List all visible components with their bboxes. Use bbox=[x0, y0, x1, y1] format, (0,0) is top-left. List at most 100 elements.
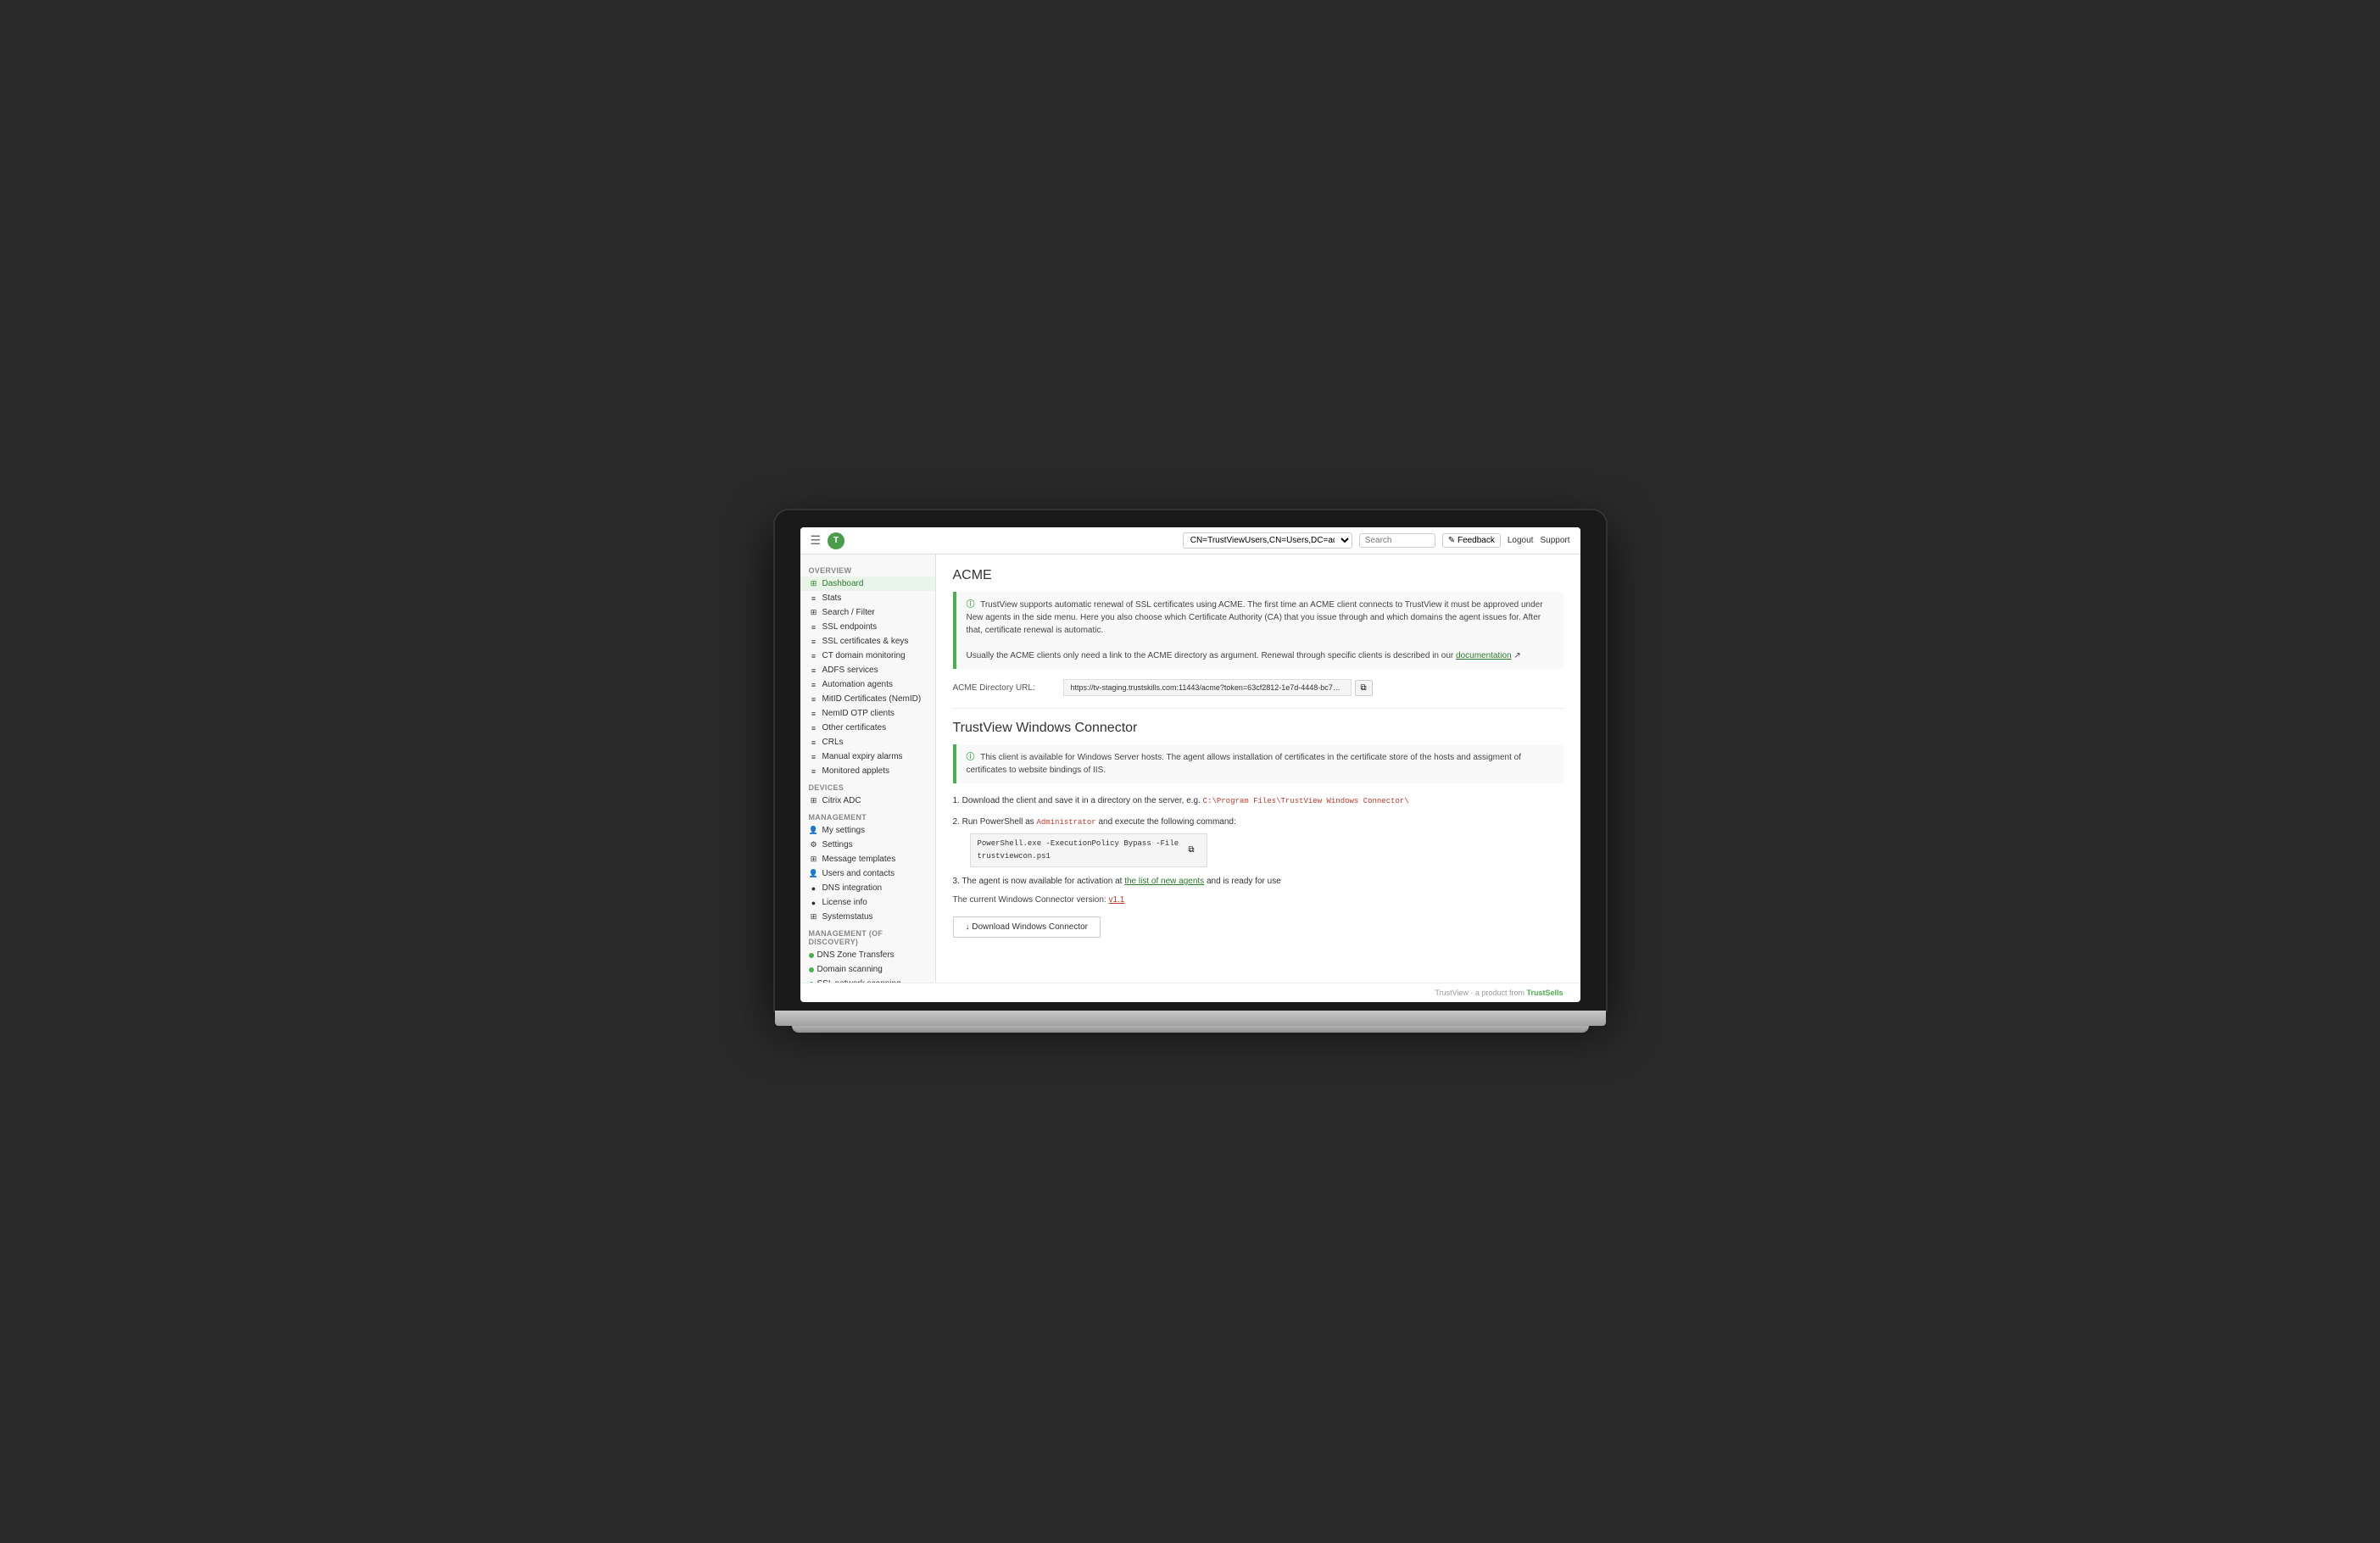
step2-rest: and execute the following command: bbox=[1098, 817, 1235, 827]
acme-info-text: TrustView supports automatic renewal of … bbox=[967, 600, 1543, 635]
sidebar-item-label: Settings bbox=[822, 840, 853, 849]
crls-icon: ≡ bbox=[809, 738, 819, 747]
step3-label: 3. The agent is now available for activa… bbox=[953, 877, 1123, 886]
version-value[interactable]: v1.1 bbox=[1108, 895, 1124, 905]
step2-code: PowerShell.exe -ExecutionPolicy Bypass -… bbox=[978, 838, 1184, 864]
sidebar-item-adfs[interactable]: ≡ ADFS services bbox=[800, 663, 935, 677]
sidebar-item-users-contacts[interactable]: 👤 Users and contacts bbox=[800, 866, 935, 881]
sidebar-item-mitid[interactable]: ≡ MitID Certificates (NemID) bbox=[800, 692, 935, 706]
sidebar-item-label: DNS Zone Transfers bbox=[817, 950, 895, 960]
sidebar-item-nemid[interactable]: ≡ NemID OTP clients bbox=[800, 706, 935, 721]
sidebar-item-other-certs[interactable]: ≡ Other certificates bbox=[800, 721, 935, 735]
sidebar-item-label: Automation agents bbox=[822, 680, 893, 689]
sidebar-item-label: Message templates bbox=[822, 855, 896, 864]
adfs-icon: ≡ bbox=[809, 666, 819, 675]
sidebar-item-citrix[interactable]: ⊞ Citrix ADC bbox=[800, 794, 935, 808]
step2-copy-button[interactable]: ⧉ bbox=[1183, 843, 1199, 857]
acme-copy-button[interactable]: ⧉ bbox=[1355, 680, 1373, 696]
step3-rest: and is ready for use bbox=[1207, 877, 1281, 886]
dashboard-icon: ⊞ bbox=[809, 579, 819, 588]
support-button[interactable]: Support bbox=[1540, 536, 1569, 545]
sidebar-item-my-settings[interactable]: 👤 My settings bbox=[800, 823, 935, 838]
windows-connector-info-text: This client is available for Windows Ser… bbox=[967, 753, 1522, 775]
sidebar-item-msg-templates[interactable]: ⊞ Message templates bbox=[800, 852, 935, 866]
sidebar-section-discovery: Management (of discovery) bbox=[800, 924, 935, 948]
sidebar-item-label: My settings bbox=[822, 826, 866, 835]
automation-icon: ≡ bbox=[809, 681, 819, 689]
citrix-icon: ⊞ bbox=[809, 796, 819, 805]
acme-url-label: ACME Directory URL: bbox=[953, 683, 1055, 693]
version-text: The current Windows Connector version: v… bbox=[953, 895, 1563, 905]
monitored-icon: ≡ bbox=[809, 767, 819, 776]
sidebar-item-label: Stats bbox=[822, 593, 842, 603]
footer: TrustView · a product from TrustSells bbox=[800, 983, 1580, 1002]
sidebar-item-dns-zone[interactable]: DNS Zone Transfers bbox=[800, 948, 935, 962]
step2-code-block: PowerShell.exe -ExecutionPolicy Bypass -… bbox=[970, 833, 1207, 868]
sidebar-item-systemstatus[interactable]: ⊞ Systemstatus bbox=[800, 910, 935, 924]
sidebar-item-domain-scanning[interactable]: Domain scanning bbox=[800, 962, 935, 977]
sidebar-item-label: License info bbox=[822, 898, 867, 907]
acme-doc-link[interactable]: documentation bbox=[1456, 651, 1512, 660]
acme-info-box: ⓘ TrustView supports automatic renewal o… bbox=[953, 592, 1563, 669]
step-3: 3. The agent is now available for activa… bbox=[953, 874, 1563, 888]
step3-link[interactable]: the list of new agents bbox=[1124, 877, 1204, 886]
footer-text: TrustView · a product from bbox=[1435, 989, 1524, 997]
sidebar-item-label: CT domain monitoring bbox=[822, 651, 906, 660]
sidebar-item-label: SSL endpoints bbox=[822, 622, 878, 632]
wc-info-icon: ⓘ bbox=[967, 753, 975, 762]
sidebar-item-crls[interactable]: ≡ CRLs bbox=[800, 735, 935, 749]
acme-info-text2: Usually the ACME clients only need a lin… bbox=[967, 651, 1454, 660]
sidebar-section-overview: Overview bbox=[800, 561, 935, 577]
windows-connector-title: TrustView Windows Connector bbox=[953, 721, 1563, 736]
sidebar-item-settings[interactable]: ⚙ Settings bbox=[800, 838, 935, 852]
acme-url-value: https://tv-staging.trustskills.com:11443… bbox=[1063, 679, 1352, 696]
license-icon: ● bbox=[809, 899, 819, 907]
certs-icon: ≡ bbox=[809, 638, 819, 646]
feedback-button[interactable]: ✎ Feedback bbox=[1442, 533, 1501, 548]
sidebar-item-automation[interactable]: ≡ Automation agents bbox=[800, 677, 935, 692]
hamburger-icon[interactable]: ☰ bbox=[811, 533, 822, 548]
sidebar-item-label: MitID Certificates (NemID) bbox=[822, 694, 922, 704]
download-button[interactable]: ↓ Download Windows Connector bbox=[953, 916, 1101, 938]
windows-connector-info-box: ⓘ This client is available for Windows S… bbox=[953, 744, 1563, 783]
sidebar-item-stats[interactable]: ≡ Stats bbox=[800, 591, 935, 605]
acme-url-value-box: https://tv-staging.trustskills.com:11443… bbox=[1063, 679, 1563, 696]
sidebar-item-monitored[interactable]: ≡ Monitored applets bbox=[800, 764, 935, 778]
sidebar-item-dashboard[interactable]: ⊞ Dashboard bbox=[800, 577, 935, 591]
sidebar-item-label: Other certificates bbox=[822, 723, 887, 733]
section-divider bbox=[953, 708, 1563, 709]
sidebar-item-label: Manual expiry alarms bbox=[822, 752, 903, 761]
sidebar-item-dns-integration[interactable]: ● DNS integration bbox=[800, 881, 935, 895]
sidebar-item-label: ADFS services bbox=[822, 666, 878, 675]
stats-icon: ≡ bbox=[809, 594, 819, 603]
sidebar-item-label: Monitored applets bbox=[822, 766, 890, 776]
sidebar-item-manual-expiry[interactable]: ≡ Manual expiry alarms bbox=[800, 749, 935, 764]
sidebar-item-license[interactable]: ● License info bbox=[800, 895, 935, 910]
main-content: ACME ⓘ TrustView supports automatic rene… bbox=[936, 554, 1580, 983]
dns-icon: ● bbox=[809, 884, 819, 893]
msg-templates-icon: ⊞ bbox=[809, 855, 819, 864]
sidebar-item-ct-domain[interactable]: ≡ CT domain monitoring bbox=[800, 649, 935, 663]
version-label: The current Windows Connector version: bbox=[953, 895, 1106, 905]
external-link-icon: ↗ bbox=[1513, 651, 1520, 660]
sidebar-item-search[interactable]: ⊞ Search / Filter bbox=[800, 605, 935, 620]
settings-icon: ⚙ bbox=[809, 840, 819, 849]
domain-scan-dot bbox=[809, 967, 814, 972]
domain-selector[interactable]: CN=TrustViewUsers,CN=Users,DC=adtest,DC=… bbox=[1183, 532, 1352, 549]
sidebar-item-label: Users and contacts bbox=[822, 869, 895, 878]
sidebar-item-label: Systemstatus bbox=[822, 912, 873, 922]
sidebar-item-ssl-endpoints[interactable]: ≡ SSL endpoints bbox=[800, 620, 935, 634]
steps-container: 1. Download the client and save it in a … bbox=[953, 794, 1563, 888]
users-icon: 👤 bbox=[809, 869, 819, 878]
my-settings-icon: 👤 bbox=[809, 826, 819, 835]
search-input[interactable] bbox=[1359, 533, 1435, 548]
domain-dropdown[interactable]: CN=TrustViewUsers,CN=Users,DC=adtest,DC=… bbox=[1183, 532, 1352, 549]
logout-button[interactable]: Logout bbox=[1508, 536, 1534, 545]
mitid-icon: ≡ bbox=[809, 695, 819, 704]
sidebar-item-ssl-network[interactable]: SSL network scanning bbox=[800, 977, 935, 983]
topbar: ☰ T CN=TrustViewUsers,CN=Users,DC=adtest… bbox=[800, 527, 1580, 554]
sidebar-item-label: Dashboard bbox=[822, 579, 864, 588]
sidebar: Overview ⊞ Dashboard ≡ Stats ⊞ Search / … bbox=[800, 554, 936, 983]
sidebar-item-label: DNS integration bbox=[822, 883, 883, 893]
sidebar-item-ssl-certs[interactable]: ≡ SSL certificates & keys bbox=[800, 634, 935, 649]
